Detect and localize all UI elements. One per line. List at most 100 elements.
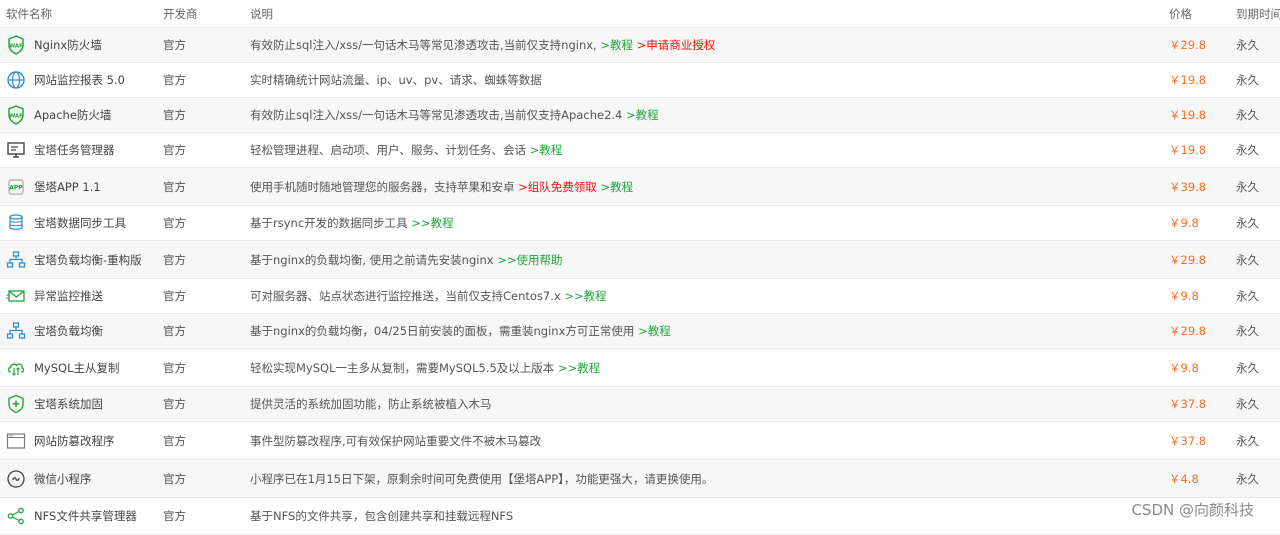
tutorial-link[interactable]: >>教程	[558, 360, 600, 376]
header-developer[interactable]: 开发商	[163, 0, 233, 27]
price-cell: ￥19.8	[1169, 73, 1207, 87]
price-cell: ￥19.8	[1169, 143, 1207, 157]
developer-cell: 官方	[163, 73, 186, 87]
table-row: WAF Apache防火墙 官方 有效防止sql注入/xss/一句话木马等常见渗…	[0, 98, 1280, 133]
tutorial-link[interactable]: >>使用帮助	[497, 252, 562, 268]
price-cell: ￥9.8	[1169, 289, 1199, 303]
tutorial-link[interactable]: >教程	[600, 37, 633, 53]
mail-push-icon	[6, 286, 26, 306]
description-text: 轻松实现MySQL一主多从复制，需要MySQL5.5及以上版本	[250, 360, 555, 375]
description-text: 小程序已在1月15日下架，原剩余时间可免费使用【堡塔APP】，功能更强大，请更换…	[250, 471, 714, 486]
description-text: 基于NFS的文件共享，包含创建共享和挂载远程NFS	[250, 509, 514, 523]
plugin-name: 网站监控报表 5.0	[34, 73, 125, 87]
description-text: 基于nginx的负载均衡, 使用之前请先安装nginx	[250, 252, 494, 267]
header-description[interactable]: 说明	[250, 0, 1160, 27]
plugin-name-cell[interactable]: 网站防篡改程序	[6, 422, 154, 459]
developer-cell: 官方	[163, 143, 186, 157]
svg-text:APP: APP	[9, 184, 23, 191]
plugin-name-cell[interactable]: 宝塔系统加固	[6, 387, 154, 421]
description-text: 实时精确统计网站流量、ip、uv、pv、请求、蜘蛛等数据	[250, 73, 542, 87]
plugin-name-cell[interactable]: 网站监控报表 5.0	[6, 63, 154, 97]
developer-cell: 官方	[163, 397, 186, 411]
mysql-replication-icon	[6, 358, 26, 378]
tutorial-link[interactable]: >教程	[600, 179, 633, 195]
plugin-name: 异常监控推送	[34, 289, 103, 303]
expire-cell: 永久	[1236, 143, 1259, 157]
expire-cell: 永久	[1236, 108, 1259, 122]
plugin-name-cell[interactable]: 微信小程序	[6, 460, 154, 497]
table-row: NFS文件共享管理器 官方 基于NFS的文件共享，包含创建共享和挂载远程NFS	[0, 498, 1280, 535]
plugin-name-cell[interactable]: WAF Nginx防火墙	[6, 28, 154, 62]
description-cell: 可对服务器、站点状态进行监控推送，当前仅支持Centos7.x >>教程	[250, 279, 1160, 313]
description-cell: 基于rsync开发的数据同步工具 >>教程	[250, 206, 1160, 240]
description-text: 有效防止sql注入/xss/一句话木马等常见渗透攻击,当前仅支持Apache2.…	[250, 108, 623, 122]
plugin-name: 宝塔负载均衡	[34, 324, 103, 338]
description-cell: 有效防止sql注入/xss/一句话木马等常见渗透攻击,当前仅支持nginx, >…	[250, 28, 1160, 62]
app-icon: APP	[6, 177, 26, 197]
plugin-name-cell[interactable]: 宝塔负载均衡-重构版	[6, 241, 154, 278]
plugin-name: NFS文件共享管理器	[34, 509, 137, 523]
plugin-name-cell[interactable]: MySQL主从复制	[6, 349, 154, 386]
developer-cell: 官方	[163, 509, 186, 523]
developer-cell: 官方	[163, 38, 186, 52]
description-text: 使用手机随时随地管理您的服务器，支持苹果和安卓	[250, 179, 515, 194]
free-claim-link[interactable]: >组队免费领取	[518, 179, 597, 195]
description-text: 可对服务器、站点状态进行监控推送，当前仅支持Centos7.x	[250, 289, 561, 303]
plugin-name: 宝塔系统加固	[34, 397, 103, 411]
tutorial-link[interactable]: >教程	[530, 142, 563, 158]
description-cell: 使用手机随时随地管理您的服务器，支持苹果和安卓 >组队免费领取 >教程	[250, 168, 1160, 205]
plugin-name-cell[interactable]: NFS文件共享管理器	[6, 498, 154, 534]
plugin-name: 堡塔APP 1.1	[34, 179, 101, 194]
developer-cell: 官方	[163, 289, 186, 303]
plugin-name: 微信小程序	[34, 471, 92, 486]
svg-text:WAF: WAF	[9, 44, 23, 50]
header-price[interactable]: 价格	[1169, 0, 1224, 27]
svg-text:WAF: WAF	[9, 114, 23, 120]
tutorial-link[interactable]: >教程	[626, 107, 659, 123]
description-text: 事件型防篡改程序,可有效保护网站重要文件不被木马篡改	[250, 433, 542, 448]
plugin-name-cell[interactable]: 宝塔数据同步工具	[6, 206, 154, 240]
developer-cell: 官方	[163, 179, 186, 194]
expire-cell: 永久	[1236, 471, 1259, 486]
plugin-table: 软件名称 开发商 说明 价格 到期时间 WAF Nginx防火墙 官方 有效防止…	[0, 0, 1280, 535]
description-cell: 有效防止sql注入/xss/一句话木马等常见渗透攻击,当前仅支持Apache2.…	[250, 98, 1160, 132]
description-cell: 小程序已在1月15日下架，原剩余时间可免费使用【堡塔APP】，功能更强大，请更换…	[250, 460, 1160, 497]
commercial-license-link[interactable]: >申请商业授权	[637, 37, 716, 53]
expire-cell: 永久	[1236, 38, 1259, 52]
tutorial-link[interactable]: >教程	[638, 323, 671, 339]
expire-cell: 永久	[1236, 179, 1259, 194]
description-text: 基于rsync开发的数据同步工具	[250, 216, 408, 230]
plugin-name-cell[interactable]: 宝塔负载均衡	[6, 314, 154, 348]
tutorial-link[interactable]: >>教程	[411, 215, 453, 231]
expire-cell: 永久	[1236, 252, 1259, 267]
plugin-name: 宝塔任务管理器	[34, 143, 115, 157]
plugin-name-cell[interactable]: 宝塔任务管理器	[6, 133, 154, 167]
expire-cell: 永久	[1236, 289, 1259, 303]
watermark: CSDN @向颜科技	[1131, 501, 1254, 519]
description-text: 轻松管理进程、启动项、用户、服务、计划任务、会话	[250, 143, 526, 157]
globe-monitor-icon	[6, 70, 26, 90]
developer-cell: 官方	[163, 108, 186, 122]
plugin-name-cell[interactable]: WAF Apache防火墙	[6, 98, 154, 132]
plugin-name: 宝塔数据同步工具	[34, 216, 126, 230]
expire-cell: 永久	[1236, 360, 1259, 375]
description-text: 基于nginx的负载均衡，04/25日前安装的面板，需重装nginx方可正常使用	[250, 324, 635, 338]
table-row: WAF Nginx防火墙 官方 有效防止sql注入/xss/一句话木马等常见渗透…	[0, 28, 1280, 63]
description-cell: 基于nginx的负载均衡, 使用之前请先安装nginx >>使用帮助	[250, 241, 1160, 278]
header-expire[interactable]: 到期时间	[1236, 0, 1280, 27]
price-cell: ￥19.8	[1169, 108, 1207, 122]
plugin-name-cell[interactable]: APP 堡塔APP 1.1	[6, 168, 154, 205]
task-manager-icon	[6, 140, 26, 160]
price-cell: ￥29.8	[1169, 252, 1207, 267]
table-row: 宝塔数据同步工具 官方 基于rsync开发的数据同步工具 >>教程 ￥9.8 永…	[0, 206, 1280, 241]
description-cell: 轻松管理进程、启动项、用户、服务、计划任务、会话 >教程	[250, 133, 1160, 167]
price-cell: ￥29.8	[1169, 38, 1207, 52]
plugin-name: Apache防火墙	[34, 108, 112, 122]
plugin-name-cell[interactable]: 异常监控推送	[6, 279, 154, 313]
tutorial-link[interactable]: >>教程	[564, 288, 606, 304]
header-name[interactable]: 软件名称	[6, 0, 154, 27]
price-cell: ￥9.8	[1169, 216, 1199, 230]
expire-cell: 永久	[1236, 324, 1259, 338]
description-cell: 轻松实现MySQL一主多从复制，需要MySQL5.5及以上版本 >>教程	[250, 349, 1160, 386]
description-cell: 实时精确统计网站流量、ip、uv、pv、请求、蜘蛛等数据	[250, 63, 1160, 97]
